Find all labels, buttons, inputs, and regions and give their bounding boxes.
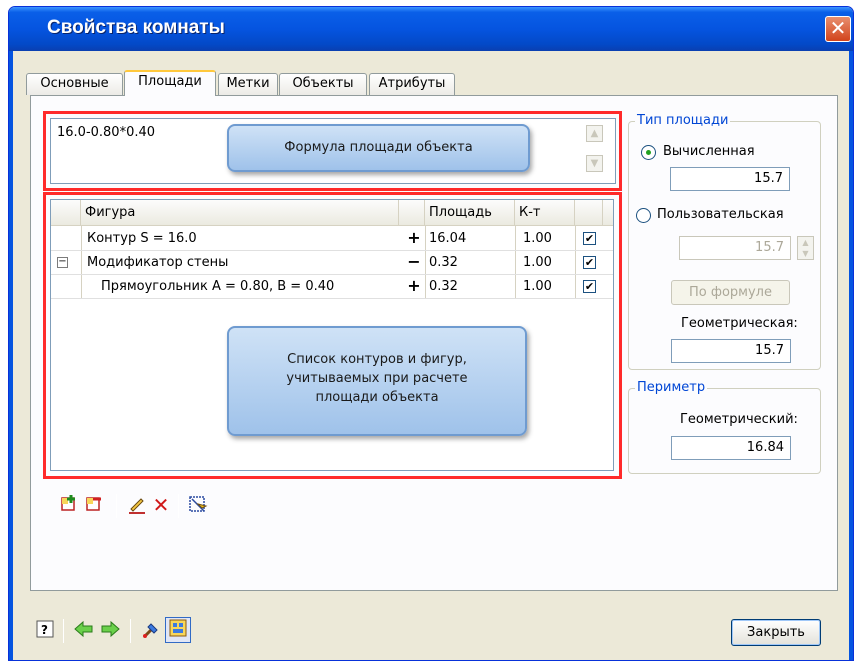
window-frame-left [9, 51, 13, 660]
paint-icon[interactable] [140, 620, 162, 642]
help-icon[interactable]: ? [34, 620, 56, 642]
select-region-icon[interactable] [187, 494, 209, 516]
geometric-perimeter-label: Геометрический: [680, 412, 798, 427]
footer-separator [130, 619, 131, 643]
arrow-left-icon[interactable] [73, 620, 95, 642]
tab-main[interactable]: Основные [26, 73, 123, 95]
calculated-label[interactable]: Вычисленная [663, 144, 755, 159]
custom-label[interactable]: Пользовательская [657, 207, 784, 222]
layout-icon[interactable] [165, 617, 191, 643]
toolbar-separator [116, 494, 117, 518]
tab-attributes[interactable]: Атрибуты [369, 73, 455, 95]
pencil-icon[interactable] [126, 494, 148, 516]
toolbar-separator [178, 494, 179, 518]
custom-value-stepper[interactable]: ▲ ▼ [797, 236, 814, 260]
window-frame-right [849, 51, 853, 660]
tab-areas[interactable]: Площади [124, 70, 216, 96]
svg-text:?: ? [41, 623, 48, 637]
tab-labels[interactable]: Метки [218, 73, 278, 95]
figures-callout-line: Список контуров и фигур, [287, 352, 467, 367]
calculated-value-field[interactable]: 15.7 [670, 167, 790, 191]
figures-callout-line: учитываемых при расчете [286, 371, 468, 386]
geometric-area-value: 15.7 [671, 339, 791, 363]
figures-callout: Список контуров и фигур, учитываемых при… [227, 326, 527, 436]
tab-objects[interactable]: Объекты [279, 73, 367, 95]
footer-separator [63, 619, 64, 643]
by-formula-button[interactable]: По формуле [671, 280, 790, 305]
formula-callout: Формула площади объекта [227, 124, 530, 172]
close-icon[interactable]: ✕ [825, 16, 851, 42]
dialog-title: Свойства комнаты [47, 17, 225, 38]
geometric-area-label: Геометрическая: [681, 316, 798, 331]
custom-value-field[interactable]: 15.7 [679, 236, 791, 260]
perimeter-group: Периметр [628, 380, 821, 474]
figures-callout-line: площади объекта [315, 390, 439, 405]
remove-figure-icon[interactable] [83, 494, 105, 516]
calculated-radio[interactable] [641, 145, 656, 160]
area-type-title: Тип площади [635, 113, 731, 128]
close-button[interactable]: Закрыть [731, 619, 821, 646]
custom-radio[interactable] [636, 208, 651, 223]
geometric-perimeter-value: 16.84 [671, 436, 791, 460]
title-bar[interactable]: Свойства комнаты ✕ [9, 7, 853, 51]
add-figure-icon[interactable] [58, 494, 80, 516]
delete-icon[interactable]: ✕ [150, 494, 172, 516]
perimeter-title: Периметр [635, 380, 708, 395]
arrow-right-icon[interactable] [99, 620, 121, 642]
